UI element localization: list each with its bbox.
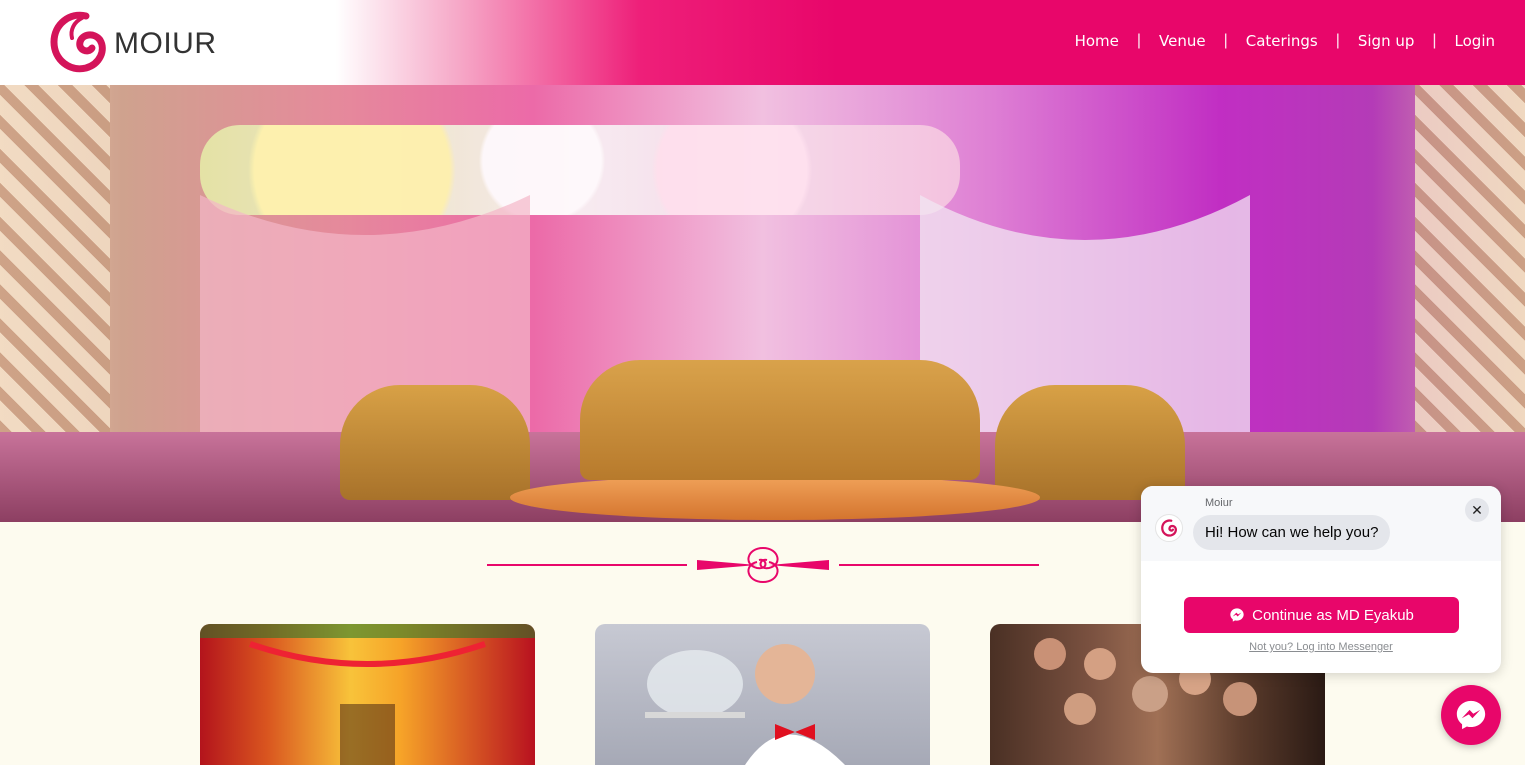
chat-page-name: Moiur (1205, 497, 1233, 509)
continue-messenger-button[interactable]: Continue as MD Eyakub (1184, 597, 1459, 633)
messenger-chat-widget: Moiur Hi! How can we help you? ✕ Continu… (1141, 486, 1501, 673)
sofa-center (580, 360, 980, 480)
catering-card[interactable] (595, 624, 930, 765)
catering-card-image (645, 644, 845, 765)
brand-name: MOIUR (114, 27, 217, 60)
nav-separator: | (1223, 32, 1228, 49)
messenger-icon (1230, 608, 1244, 622)
moiur-logo-icon (1161, 519, 1177, 537)
logo[interactable]: MOIUR (48, 10, 217, 74)
nav-separator: | (1136, 32, 1142, 49)
chat-page-avatar (1155, 514, 1183, 542)
close-icon[interactable]: ✕ (1465, 498, 1489, 522)
stage-platform (510, 475, 1040, 520)
moiur-logo-icon (50, 11, 106, 73)
messenger-fab-button[interactable] (1441, 685, 1501, 745)
log-into-messenger-link[interactable]: Not you? Log into Messenger (1141, 641, 1501, 653)
venue-card-image (200, 624, 535, 765)
nav-login[interactable]: Login (1455, 32, 1495, 50)
nav-home[interactable]: Home (1075, 32, 1119, 50)
ornament-divider (487, 547, 1039, 583)
nav-caterings[interactable]: Caterings (1246, 32, 1318, 50)
main-nav: Home | Venue | Caterings | Sign up | Log… (1075, 32, 1495, 50)
hero-slider[interactable] (0, 85, 1525, 522)
chat-greeting-bubble: Hi! How can we help you? (1193, 515, 1391, 550)
nav-separator: | (1432, 32, 1437, 49)
nav-separator: | (1335, 32, 1340, 49)
continue-button-label: Continue as MD Eyakub (1252, 606, 1414, 624)
site-header: MOIUR Home | Venue | Caterings | Sign up… (0, 0, 1525, 85)
venue-card[interactable] (200, 624, 535, 765)
messenger-icon (1456, 700, 1486, 730)
nav-venue[interactable]: Venue (1159, 32, 1206, 50)
chair-right (995, 385, 1185, 500)
nav-signup[interactable]: Sign up (1358, 32, 1415, 50)
chair-left (340, 385, 530, 500)
